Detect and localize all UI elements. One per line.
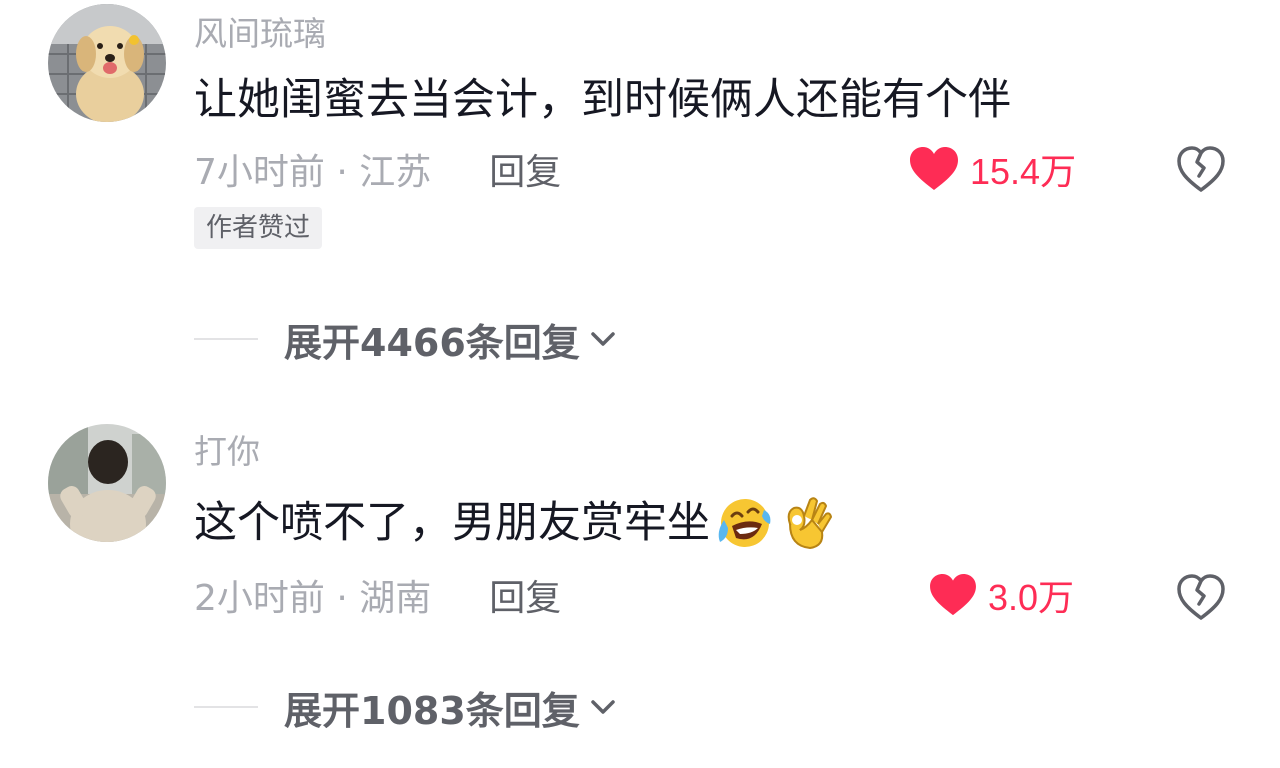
reply-button[interactable]: 回复 — [489, 569, 561, 621]
comment-time-location: 2小时前 · 湖南 — [194, 578, 432, 619]
like-button[interactable]: 3.0万 — [928, 570, 1074, 620]
laughing-crying-emoji-icon — [718, 499, 771, 547]
comment-text-content: 让她闺蜜去当会计，到时候俩人还能有个伴 — [194, 75, 1011, 125]
comment-item: 打你 这个喷不了，男朋友赏牢坐 2小时前 · 湖南 回复 3.0万 展开1083… — [0, 380, 1280, 768]
expand-replies-button[interactable]: 展开1083条回复 — [194, 682, 620, 733]
broken-heart-icon — [1177, 146, 1225, 192]
comment-text: 这个喷不了，男朋友赏牢坐 — [194, 494, 834, 552]
reply-button[interactable]: 回复 — [489, 143, 561, 195]
like-button[interactable]: 15.4万 — [908, 144, 1076, 194]
comment-username[interactable]: 打你 — [194, 432, 260, 472]
comment-meta: 7小时前 · 江苏 回复 — [194, 144, 561, 194]
comment-text-content: 这个喷不了，男朋友赏牢坐 — [194, 498, 710, 548]
heart-icon — [910, 147, 958, 190]
divider-line — [194, 706, 258, 708]
like-count: 15.4万 — [970, 151, 1077, 192]
ok-hand-emoji-icon — [787, 497, 833, 550]
comment-text: 让她闺蜜去当会计，到时候俩人还能有个伴 — [194, 74, 1011, 126]
chevron-down-icon — [591, 332, 615, 346]
comment-username[interactable]: 风间琉璃 — [194, 14, 326, 54]
child-avatar-image — [48, 424, 166, 542]
chevron-down-icon — [591, 700, 615, 714]
divider-line — [194, 338, 258, 340]
expand-replies-button[interactable]: 展开4466条回复 — [194, 314, 620, 365]
dog-avatar-image — [48, 4, 166, 122]
author-liked-badge: 作者赞过 — [194, 207, 323, 249]
expand-replies-label: 展开4466条回复 — [284, 320, 580, 365]
avatar[interactable] — [48, 4, 166, 122]
heart-icon — [930, 573, 976, 616]
comment-meta: 2小时前 · 湖南 回复 — [194, 570, 561, 620]
like-count: 3.0万 — [988, 577, 1075, 618]
avatar[interactable] — [48, 424, 166, 542]
comment-time-location: 7小时前 · 江苏 — [194, 152, 432, 193]
expand-replies-label: 展开1083条回复 — [284, 688, 580, 733]
dislike-button[interactable] — [1174, 142, 1228, 196]
dislike-button[interactable] — [1174, 570, 1228, 624]
comment-item: 风间琉璃 让她闺蜜去当会计，到时候俩人还能有个伴 7小时前 · 江苏 回复 15… — [0, 0, 1280, 380]
broken-heart-icon — [1177, 574, 1225, 620]
